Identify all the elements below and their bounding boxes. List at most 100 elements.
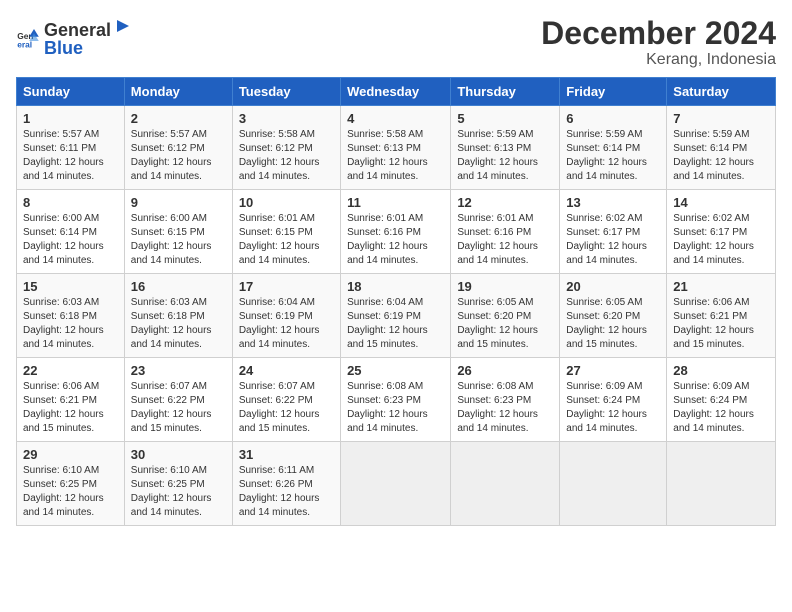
week-row: 22 Sunrise: 6:06 AMSunset: 6:21 PMDayligh… <box>17 358 776 442</box>
day-number: 8 <box>23 195 118 210</box>
logo-general: General <box>44 21 111 39</box>
day-info: Sunrise: 6:10 AMSunset: 6:25 PMDaylight:… <box>131 464 226 520</box>
day-info: Sunrise: 6:01 AMSunset: 6:16 PMDaylight:… <box>457 212 553 268</box>
day-info: Sunrise: 5:59 AMSunset: 6:14 PMDaylight:… <box>673 128 769 184</box>
day-info: Sunrise: 5:58 AMSunset: 6:13 PMDaylight:… <box>347 128 444 184</box>
calendar-cell: 19 Sunrise: 6:05 AMSunset: 6:20 PMDayligh… <box>451 274 560 358</box>
day-number: 11 <box>347 195 444 210</box>
day-number: 28 <box>673 363 769 378</box>
day-number: 9 <box>131 195 226 210</box>
day-number: 15 <box>23 279 118 294</box>
day-info: Sunrise: 6:02 AMSunset: 6:17 PMDaylight:… <box>566 212 660 268</box>
day-number: 21 <box>673 279 769 294</box>
day-info: Sunrise: 6:11 AMSunset: 6:26 PMDaylight:… <box>239 464 334 520</box>
calendar-cell: 25Sunrise: 6:08 AMSunset: 6:23 PMDayligh… <box>341 358 451 442</box>
calendar-cell: 7Sunrise: 5:59 AMSunset: 6:14 PMDaylight… <box>667 106 776 190</box>
logo: Gen eral General Blue <box>16 16 133 59</box>
day-number: 22 <box>23 363 118 378</box>
day-info: Sunrise: 6:03 AMSunset: 6:18 PMDaylight:… <box>23 296 118 352</box>
calendar-cell: 11 Sunrise: 6:01 AMSunset: 6:16 PMDayligh… <box>341 190 451 274</box>
day-info: Sunrise: 6:00 AMSunset: 6:15 PMDaylight:… <box>131 212 226 268</box>
calendar-cell: 17 Sunrise: 6:04 AMSunset: 6:19 PMDayligh… <box>232 274 340 358</box>
day-number: 19 <box>457 279 553 294</box>
day-info: Sunrise: 6:10 AMSunset: 6:25 PMDaylight:… <box>23 464 118 520</box>
day-info: Sunrise: 6:01 AMSunset: 6:15 PMDaylight:… <box>239 212 334 268</box>
day-info: Sunrise: 6:06 AMSunset: 6:21 PMDaylight:… <box>673 296 769 352</box>
day-info: Sunrise: 6:09 AMSunset: 6:24 PMDaylight:… <box>566 380 660 436</box>
day-header-tuesday: Tuesday <box>232 78 340 106</box>
day-info: Sunrise: 6:04 AMSunset: 6:19 PMDaylight:… <box>239 296 334 352</box>
day-number: 24 <box>239 363 334 378</box>
day-info: Sunrise: 6:01 AMSunset: 6:16 PMDaylight:… <box>347 212 444 268</box>
calendar-cell: 30 Sunrise: 6:10 AMSunset: 6:25 PMDayligh… <box>124 442 232 526</box>
location-title: Kerang, Indonesia <box>541 51 776 69</box>
calendar-cell <box>341 442 451 526</box>
calendar-cell: 3Sunrise: 5:58 AMSunset: 6:12 PMDaylight… <box>232 106 340 190</box>
day-number: 12 <box>457 195 553 210</box>
calendar-cell: 15 Sunrise: 6:03 AMSunset: 6:18 PMDayligh… <box>17 274 125 358</box>
calendar-cell: 31 Sunrise: 6:11 AMSunset: 6:26 PMDayligh… <box>232 442 340 526</box>
calendar-cell: 24Sunrise: 6:07 AMSunset: 6:22 PMDayligh… <box>232 358 340 442</box>
logo-icon: Gen eral <box>16 26 40 50</box>
calendar-cell: 12 Sunrise: 6:01 AMSunset: 6:16 PMDayligh… <box>451 190 560 274</box>
day-header-thursday: Thursday <box>451 78 560 106</box>
calendar-cell <box>560 442 667 526</box>
calendar-cell: 10 Sunrise: 6:01 AMSunset: 6:15 PMDayligh… <box>232 190 340 274</box>
svg-text:eral: eral <box>17 39 32 49</box>
day-info: Sunrise: 5:59 AMSunset: 6:13 PMDaylight:… <box>457 128 553 184</box>
day-info: Sunrise: 6:02 AMSunset: 6:17 PMDaylight:… <box>673 212 769 268</box>
calendar-cell: 14Sunrise: 6:02 AMSunset: 6:17 PMDayligh… <box>667 190 776 274</box>
calendar-cell: 5 Sunrise: 5:59 AMSunset: 6:13 PMDaylight… <box>451 106 560 190</box>
week-row: 29Sunrise: 6:10 AMSunset: 6:25 PMDayligh… <box>17 442 776 526</box>
day-info: Sunrise: 6:00 AMSunset: 6:14 PMDaylight:… <box>23 212 118 268</box>
calendar-cell: 18Sunrise: 6:04 AMSunset: 6:19 PMDayligh… <box>341 274 451 358</box>
day-number: 3 <box>239 111 334 126</box>
calendar-cell: 13 Sunrise: 6:02 AMSunset: 6:17 PMDayligh… <box>560 190 667 274</box>
calendar-cell: 16 Sunrise: 6:03 AMSunset: 6:18 PMDayligh… <box>124 274 232 358</box>
day-info: Sunrise: 6:05 AMSunset: 6:20 PMDaylight:… <box>457 296 553 352</box>
title-area: December 2024 Kerang, Indonesia <box>541 16 776 69</box>
calendar-cell: 26Sunrise: 6:08 AMSunset: 6:23 PMDayligh… <box>451 358 560 442</box>
day-number: 5 <box>457 111 553 126</box>
calendar-cell <box>451 442 560 526</box>
day-header-saturday: Saturday <box>667 78 776 106</box>
month-title: December 2024 <box>541 16 776 51</box>
calendar-cell: 23 Sunrise: 6:07 AMSunset: 6:22 PMDayligh… <box>124 358 232 442</box>
day-number: 23 <box>131 363 226 378</box>
day-info: Sunrise: 6:09 AMSunset: 6:24 PMDaylight:… <box>673 380 769 436</box>
calendar-cell: 9 Sunrise: 6:00 AMSunset: 6:15 PMDaylight… <box>124 190 232 274</box>
day-header-wednesday: Wednesday <box>341 78 451 106</box>
day-info: Sunrise: 5:57 AMSunset: 6:11 PMDaylight:… <box>23 128 118 184</box>
calendar-cell: 27 Sunrise: 6:09 AMSunset: 6:24 PMDayligh… <box>560 358 667 442</box>
calendar-header-row: SundayMondayTuesdayWednesdayThursdayFrid… <box>17 78 776 106</box>
calendar-table: SundayMondayTuesdayWednesdayThursdayFrid… <box>16 77 776 526</box>
header: Gen eral General Blue December 2024 Kera… <box>16 16 776 69</box>
calendar-cell: 20Sunrise: 6:05 AMSunset: 6:20 PMDayligh… <box>560 274 667 358</box>
day-header-sunday: Sunday <box>17 78 125 106</box>
logo-text: General Blue <box>44 16 133 59</box>
week-row: 15 Sunrise: 6:03 AMSunset: 6:18 PMDayligh… <box>17 274 776 358</box>
day-number: 13 <box>566 195 660 210</box>
day-info: Sunrise: 5:57 AMSunset: 6:12 PMDaylight:… <box>131 128 226 184</box>
day-info: Sunrise: 6:08 AMSunset: 6:23 PMDaylight:… <box>457 380 553 436</box>
calendar-cell: 28 Sunrise: 6:09 AMSunset: 6:24 PMDayligh… <box>667 358 776 442</box>
day-number: 17 <box>239 279 334 294</box>
calendar-cell: 1Sunrise: 5:57 AMSunset: 6:11 PMDaylight… <box>17 106 125 190</box>
day-number: 4 <box>347 111 444 126</box>
day-info: Sunrise: 6:07 AMSunset: 6:22 PMDaylight:… <box>131 380 226 436</box>
day-number: 16 <box>131 279 226 294</box>
calendar-cell: 6Sunrise: 5:59 AMSunset: 6:14 PMDaylight… <box>560 106 667 190</box>
calendar-cell: 21 Sunrise: 6:06 AMSunset: 6:21 PMDayligh… <box>667 274 776 358</box>
day-info: Sunrise: 6:03 AMSunset: 6:18 PMDaylight:… <box>131 296 226 352</box>
calendar-cell: 29Sunrise: 6:10 AMSunset: 6:25 PMDayligh… <box>17 442 125 526</box>
week-row: 8 Sunrise: 6:00 AMSunset: 6:14 PMDaylight… <box>17 190 776 274</box>
day-number: 30 <box>131 447 226 462</box>
day-info: Sunrise: 6:05 AMSunset: 6:20 PMDaylight:… <box>566 296 660 352</box>
day-info: Sunrise: 6:08 AMSunset: 6:23 PMDaylight:… <box>347 380 444 436</box>
day-info: Sunrise: 5:59 AMSunset: 6:14 PMDaylight:… <box>566 128 660 184</box>
day-info: Sunrise: 6:04 AMSunset: 6:19 PMDaylight:… <box>347 296 444 352</box>
day-info: Sunrise: 6:06 AMSunset: 6:21 PMDaylight:… <box>23 380 118 436</box>
day-number: 27 <box>566 363 660 378</box>
day-number: 31 <box>239 447 334 462</box>
day-number: 10 <box>239 195 334 210</box>
